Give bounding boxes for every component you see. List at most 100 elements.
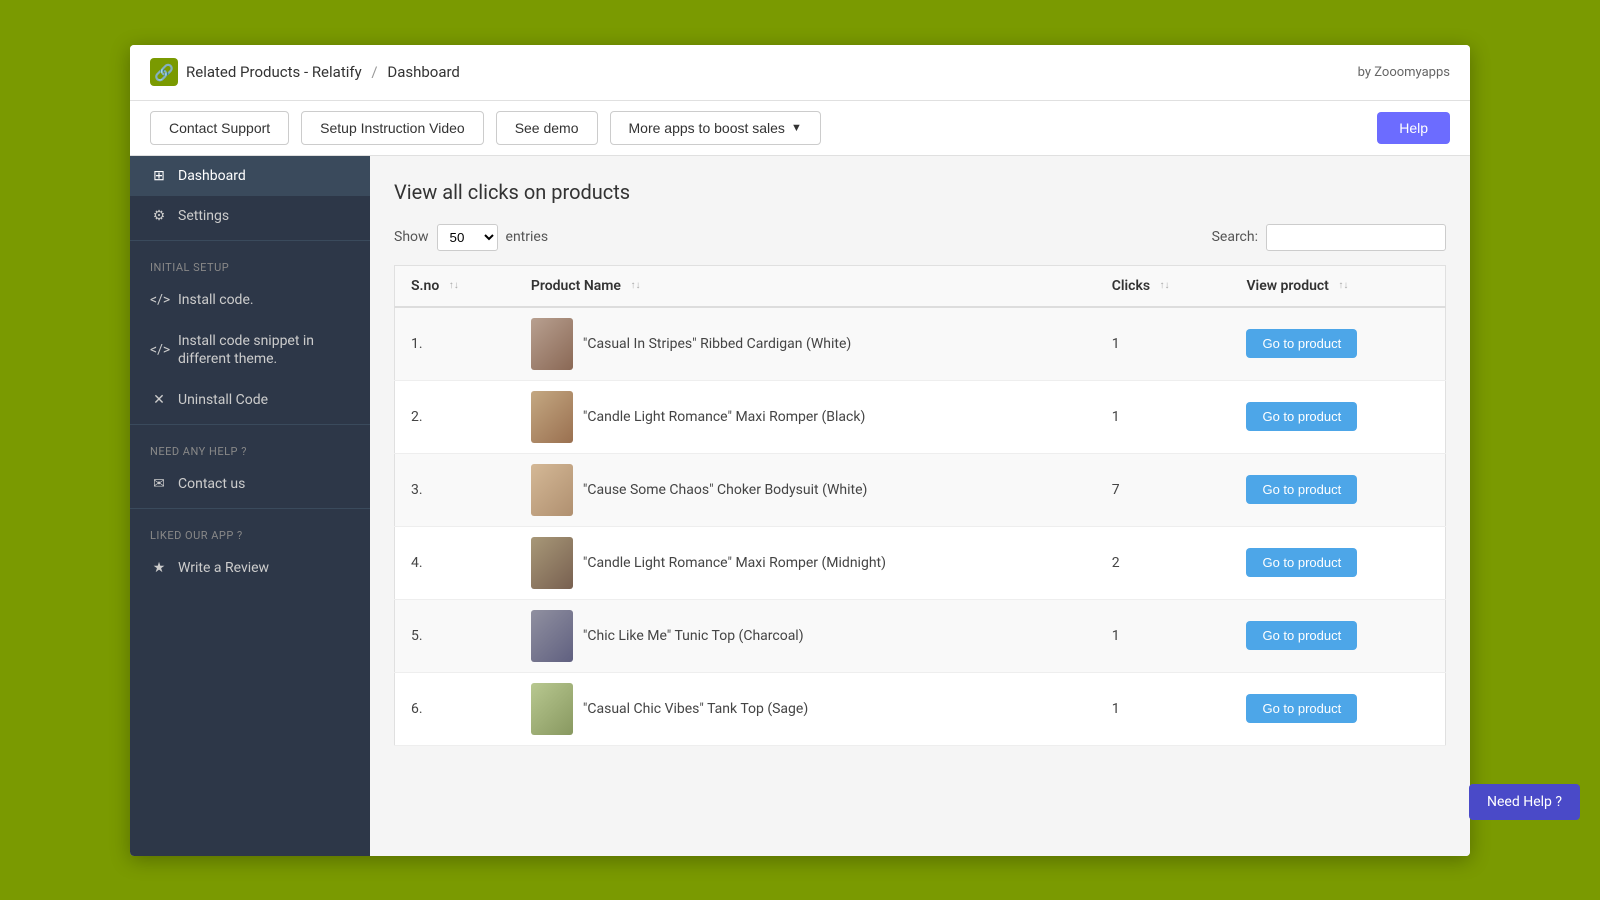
header-title: Related Products - Relatify / Dashboard bbox=[186, 63, 460, 81]
cell-clicks: 7 bbox=[1096, 453, 1231, 526]
sidebar-write-review-label: Write a Review bbox=[178, 560, 269, 576]
app-name-label: Related Products - Relatify bbox=[186, 63, 362, 81]
code-snippet-icon: </> bbox=[150, 342, 168, 358]
table-row: 4. "Candle Light Romance" Maxi Romper (M… bbox=[395, 526, 1446, 599]
table-row: 5. "Chic Like Me" Tunic Top (Charcoal) 1… bbox=[395, 599, 1446, 672]
table-row: 6. "Casual Chic Vibes" Tank Top (Sage) 1… bbox=[395, 672, 1446, 745]
sort-icon-product-name[interactable]: ↑↓ bbox=[630, 281, 640, 291]
product-thumbnail bbox=[531, 683, 573, 735]
go-to-product-button[interactable]: Go to product bbox=[1246, 548, 1357, 577]
cell-clicks: 1 bbox=[1096, 672, 1231, 745]
cell-sno: 6. bbox=[395, 672, 515, 745]
products-table: S.no ↑↓ Product Name ↑↓ Clicks ↑↓ View p… bbox=[394, 265, 1446, 746]
go-to-product-button[interactable]: Go to product bbox=[1246, 329, 1357, 358]
sidebar-divider-1 bbox=[130, 240, 370, 241]
cell-clicks: 1 bbox=[1096, 380, 1231, 453]
sidebar-install-snippet-label: Install code snippet in different theme. bbox=[178, 332, 350, 368]
cell-product-name: "Candle Light Romance" Maxi Romper (Midn… bbox=[515, 526, 1096, 599]
uninstall-icon: ✕ bbox=[150, 392, 168, 408]
header-separator: / bbox=[371, 63, 381, 81]
sort-icon-sno[interactable]: ↑↓ bbox=[449, 281, 459, 291]
sidebar-install-code-label: Install code. bbox=[178, 292, 254, 308]
main-layout: ⊞ Dashboard ⚙ Settings INITIAL SETUP </>… bbox=[130, 156, 1470, 856]
product-thumbnail bbox=[531, 318, 573, 370]
product-thumbnail bbox=[531, 610, 573, 662]
sidebar-contact-us-label: Contact us bbox=[178, 476, 245, 492]
cell-sno: 4. bbox=[395, 526, 515, 599]
col-header-product-name: Product Name ↑↓ bbox=[515, 265, 1096, 307]
cell-sno: 3. bbox=[395, 453, 515, 526]
cell-view-product: Go to product bbox=[1230, 307, 1445, 381]
cell-view-product: Go to product bbox=[1230, 599, 1445, 672]
go-to-product-button[interactable]: Go to product bbox=[1246, 621, 1357, 650]
sidebar-divider-3 bbox=[130, 508, 370, 509]
initial-setup-section-title: INITIAL SETUP bbox=[130, 245, 370, 280]
cell-view-product: Go to product bbox=[1230, 526, 1445, 599]
envelope-icon: ✉ bbox=[150, 476, 168, 492]
sidebar-item-uninstall[interactable]: ✕ Uninstall Code bbox=[130, 380, 370, 420]
product-name-text: "Casual Chic Vibes" Tank Top (Sage) bbox=[583, 701, 808, 717]
need-help-floating-button[interactable]: Need Help ? bbox=[1469, 784, 1580, 820]
cell-sno: 2. bbox=[395, 380, 515, 453]
more-apps-button[interactable]: More apps to boost sales ▼ bbox=[610, 111, 821, 145]
entries-select[interactable]: 50 10 25 100 bbox=[437, 224, 498, 251]
table-controls: Show 50 10 25 100 entries Search: bbox=[394, 224, 1446, 251]
col-header-view-product: View product ↑↓ bbox=[1230, 265, 1445, 307]
sidebar-dashboard-label: Dashboard bbox=[178, 168, 246, 184]
entries-label: entries bbox=[506, 229, 549, 245]
search-box: Search: bbox=[1212, 224, 1446, 251]
product-thumbnail bbox=[531, 537, 573, 589]
header-by-label: by Zooomyapps bbox=[1358, 65, 1450, 80]
go-to-product-button[interactable]: Go to product bbox=[1246, 402, 1357, 431]
sidebar-settings-label: Settings bbox=[178, 208, 229, 224]
dashboard-icon: ⊞ bbox=[150, 168, 168, 184]
sort-icon-clicks[interactable]: ↑↓ bbox=[1160, 281, 1170, 291]
cell-clicks: 1 bbox=[1096, 599, 1231, 672]
help-button[interactable]: Help bbox=[1377, 112, 1450, 144]
cell-product-name: "Candle Light Romance" Maxi Romper (Blac… bbox=[515, 380, 1096, 453]
go-to-product-button[interactable]: Go to product bbox=[1246, 475, 1357, 504]
product-name-text: "Candle Light Romance" Maxi Romper (Blac… bbox=[583, 409, 865, 425]
need-help-section-title: NEED ANY HELP ? bbox=[130, 429, 370, 464]
sort-icon-view-product[interactable]: ↑↓ bbox=[1338, 281, 1348, 291]
sidebar-item-contact-us[interactable]: ✉ Contact us bbox=[130, 464, 370, 504]
setup-video-button[interactable]: Setup Instruction Video bbox=[301, 111, 484, 145]
table-row: 3. "Cause Some Chaos" Choker Bodysuit (W… bbox=[395, 453, 1446, 526]
product-thumbnail bbox=[531, 391, 573, 443]
page-title: View all clicks on products bbox=[394, 180, 1446, 204]
sidebar-item-write-review[interactable]: ★ Write a Review bbox=[130, 548, 370, 588]
header-page-name: Dashboard bbox=[387, 63, 460, 81]
dropdown-arrow-icon: ▼ bbox=[791, 122, 802, 134]
cell-product-name: "Cause Some Chaos" Choker Bodysuit (Whit… bbox=[515, 453, 1096, 526]
header-left: 🔗 Related Products - Relatify / Dashboar… bbox=[150, 58, 460, 86]
product-thumbnail bbox=[531, 464, 573, 516]
code-icon: </> bbox=[150, 292, 168, 308]
cell-clicks: 2 bbox=[1096, 526, 1231, 599]
sidebar-item-settings[interactable]: ⚙ Settings bbox=[130, 196, 370, 236]
main-content: View all clicks on products Show 50 10 2… bbox=[370, 156, 1470, 856]
cell-product-name: "Casual In Stripes" Ribbed Cardigan (Whi… bbox=[515, 307, 1096, 381]
settings-gear-icon: ⚙ bbox=[150, 208, 168, 224]
toolbar: Contact Support Setup Instruction Video … bbox=[130, 101, 1470, 156]
search-label: Search: bbox=[1212, 229, 1258, 245]
sidebar-divider-2 bbox=[130, 424, 370, 425]
sidebar-item-install-snippet[interactable]: </> Install code snippet in different th… bbox=[130, 320, 370, 380]
header-bar: 🔗 Related Products - Relatify / Dashboar… bbox=[130, 45, 1470, 101]
cell-sno: 5. bbox=[395, 599, 515, 672]
app-logo-icon: 🔗 bbox=[150, 58, 178, 86]
sidebar-uninstall-label: Uninstall Code bbox=[178, 392, 268, 408]
see-demo-button[interactable]: See demo bbox=[496, 111, 598, 145]
go-to-product-button[interactable]: Go to product bbox=[1246, 694, 1357, 723]
sidebar-item-install-code[interactable]: </> Install code. bbox=[130, 280, 370, 320]
show-label: Show bbox=[394, 229, 429, 245]
sidebar: ⊞ Dashboard ⚙ Settings INITIAL SETUP </>… bbox=[130, 156, 370, 856]
table-row: 1. "Casual In Stripes" Ribbed Cardigan (… bbox=[395, 307, 1446, 381]
sidebar-item-dashboard[interactable]: ⊞ Dashboard bbox=[130, 156, 370, 196]
star-icon: ★ bbox=[150, 560, 168, 576]
product-name-text: "Candle Light Romance" Maxi Romper (Midn… bbox=[583, 555, 886, 571]
cell-clicks: 1 bbox=[1096, 307, 1231, 381]
search-input[interactable] bbox=[1266, 224, 1446, 251]
product-name-text: "Cause Some Chaos" Choker Bodysuit (Whit… bbox=[583, 482, 868, 498]
cell-view-product: Go to product bbox=[1230, 380, 1445, 453]
contact-support-button[interactable]: Contact Support bbox=[150, 111, 289, 145]
